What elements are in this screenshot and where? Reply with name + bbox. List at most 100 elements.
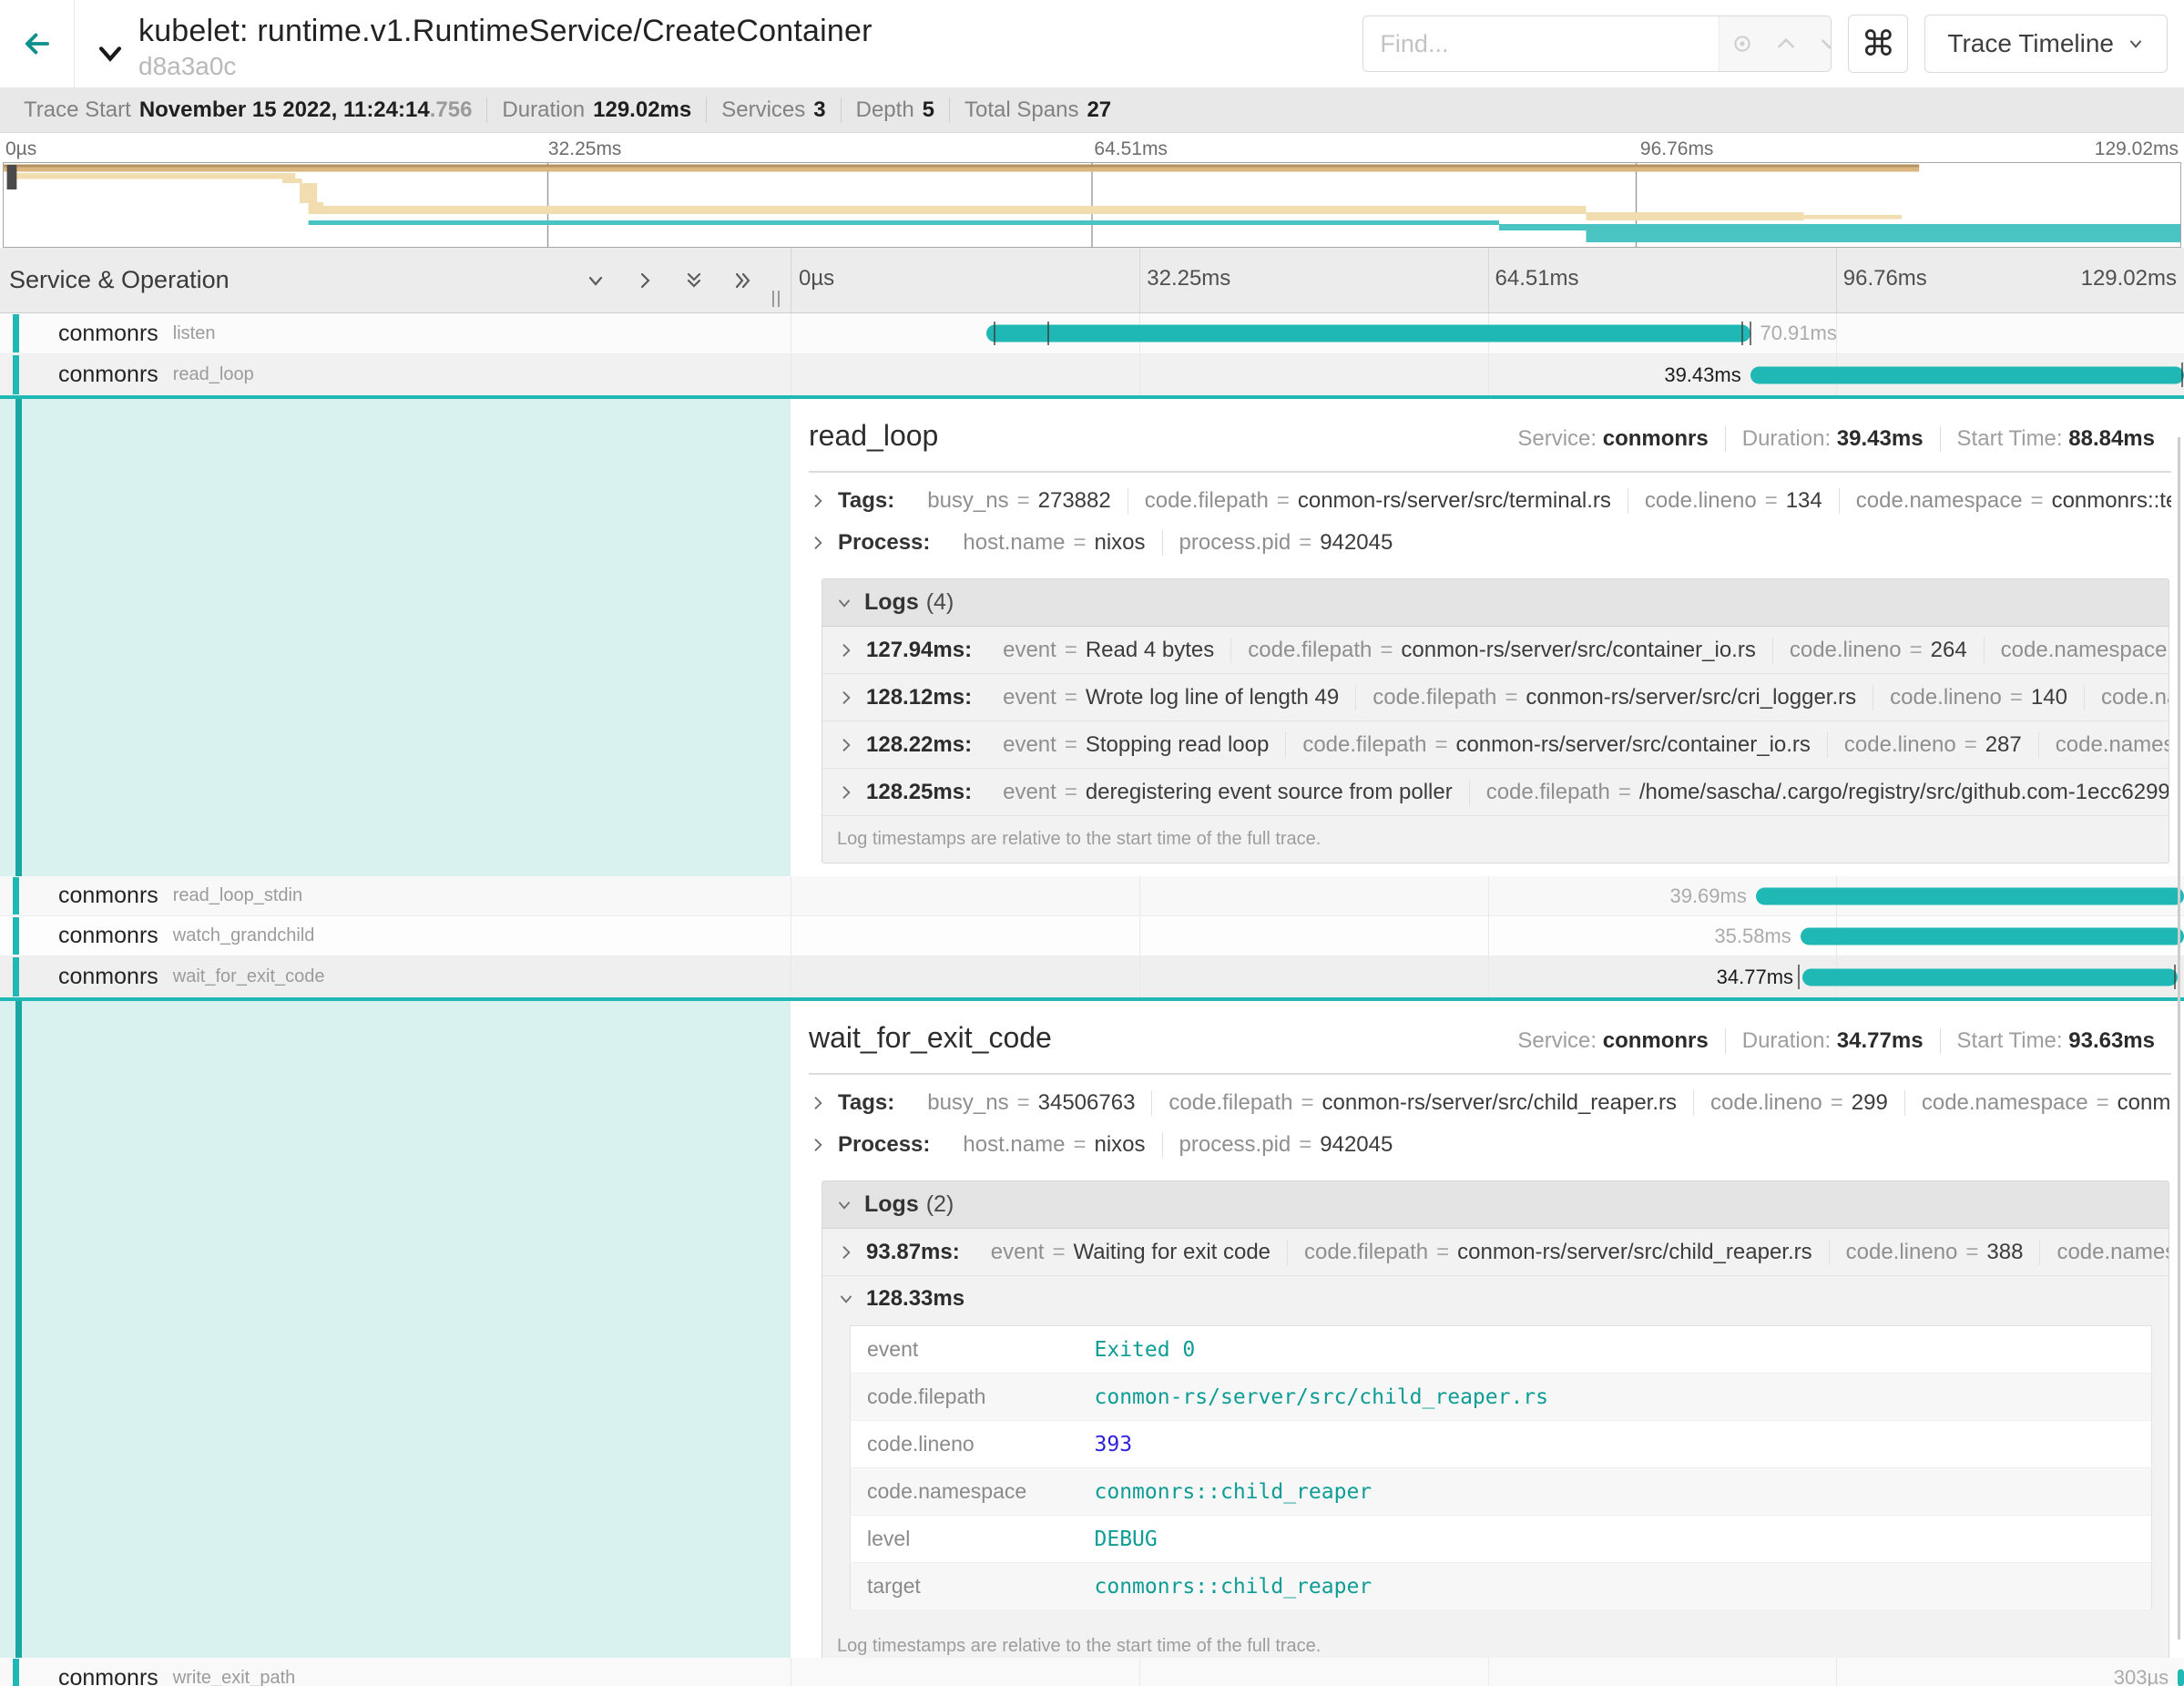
tags-toggle-row[interactable]: Tags: busy_ns=273882code.filepath=conmon…: [809, 480, 2171, 522]
expanded-log-toggle[interactable]: 128.33ms: [822, 1276, 2169, 1322]
tags-toggle-row[interactable]: Tags: busy_ns=34506763code.filepath=conm…: [809, 1082, 2171, 1124]
span-row-write-exit-path[interactable]: conmonrs write_exit_path 303µs: [0, 1658, 2184, 1686]
log-fields: event=Read 4 bytescode.filepath=conmon-r…: [986, 638, 2169, 663]
span-service: conmonrs: [58, 321, 158, 347]
log-entry[interactable]: 128.12ms: event=Wrote log line of length…: [822, 674, 2169, 721]
kv-pair: code.namespace=conmon…: [2039, 1240, 2169, 1265]
kv-pair: code.namespace=conmonrs::terminal: [1839, 488, 2171, 514]
detail-left-gutter: [0, 1001, 791, 1658]
expand-all-icon[interactable]: [683, 270, 705, 291]
total-spans-label: Total Spans: [964, 97, 1078, 123]
span-self-time-tick: [994, 322, 995, 345]
service-color-strip: [13, 314, 19, 353]
find-controls: [1719, 16, 1832, 71]
view-selector-label: Trace Timeline: [1947, 29, 2114, 58]
duration-value: 129.02ms: [593, 97, 691, 123]
trace-title-block: kubelet: runtime.v1.RuntimeService/Creat…: [138, 6, 873, 81]
depth-stat: Depth 5: [841, 97, 949, 123]
chevron-right-icon: [837, 736, 855, 754]
kv-pair: event=Stopping read loop: [986, 732, 1285, 758]
ruler-tick: 96.76ms: [1640, 138, 1714, 160]
kv-pair: code.namespace=conmonrs::child_reap…: [1904, 1090, 2171, 1116]
kv-pair: code.lineno=299: [1693, 1090, 1904, 1116]
log-entry[interactable]: 93.87ms: event=Waiting for exit codecode…: [822, 1229, 2169, 1276]
span-service: conmonrs: [58, 883, 158, 909]
table-row: code.lineno393: [851, 1421, 2152, 1468]
chevron-right-icon: [837, 689, 855, 707]
depth-value: 5: [923, 97, 934, 123]
span-row-listen[interactable]: conmonrs listen 70.91ms: [0, 313, 2184, 354]
duration-label: Duration: [502, 97, 585, 123]
ruler-tick: 32.25ms: [548, 138, 622, 160]
span-operation: read_loop_stdin: [173, 885, 302, 906]
trace-start-value: November 15 2022, 11:24:14: [139, 97, 430, 122]
kv-pair: busy_ns=273882: [911, 488, 1128, 514]
table-row: targetconmonrs::child_reaper: [851, 1563, 2152, 1610]
span-bar[interactable]: [1802, 968, 2178, 986]
process-toggle-row[interactable]: Process: host.name=nixosprocess.pid=9420…: [809, 1124, 2171, 1166]
services-stat: Services 3: [706, 97, 840, 123]
service-color-strip: [13, 877, 19, 915]
trace-start-fraction: .756: [430, 97, 473, 122]
kv-pair: process.pid=942045: [1162, 1132, 1410, 1158]
back-button[interactable]: [0, 0, 75, 87]
span-row-read-loop-stdin[interactable]: conmonrs read_loop_stdin 39.69ms: [0, 876, 2184, 916]
log-timestamp: 93.87ms:: [866, 1240, 960, 1265]
span-detail-title: read_loop: [809, 419, 938, 453]
log-entry[interactable]: 128.22ms: event=Stopping read loopcode.f…: [822, 721, 2169, 769]
span-bar[interactable]: [1801, 927, 2184, 945]
process-toggle-row[interactable]: Process: host.name=nixosprocess.pid=9420…: [809, 522, 2171, 564]
timeline-tick: 64.51ms: [1495, 266, 1579, 291]
expand-one-icon[interactable]: [585, 270, 607, 291]
logs-section: Logs (2) 93.87ms: event=Waiting for exit…: [822, 1180, 2169, 1658]
chevron-right-icon: [809, 1136, 827, 1154]
tags-list: busy_ns=34506763code.filepath=conmon-rs/…: [911, 1090, 2171, 1116]
trace-view-selector-button[interactable]: Trace Timeline: [1924, 15, 2168, 73]
kv-pair: process.pid=942045: [1162, 530, 1410, 556]
span-bar[interactable]: [986, 325, 1750, 342]
span-duration-label: 303µs: [2114, 1666, 2169, 1686]
trace-minimap[interactable]: [3, 162, 2181, 248]
span-duration-label: 39.43ms: [1664, 363, 1740, 387]
log-entry[interactable]: 128.25ms: event=deregistering event sour…: [822, 769, 2169, 816]
keyboard-shortcuts-button[interactable]: ⌘: [1848, 15, 1908, 73]
span-row-wait-for-exit-code[interactable]: conmonrs wait_for_exit_code 34.77ms: [0, 956, 2184, 997]
span-bar[interactable]: [1756, 887, 2184, 904]
viewport-handle[interactable]: [7, 165, 17, 189]
log-entry[interactable]: 127.94ms: event=Read 4 bytescode.filepat…: [822, 627, 2169, 674]
tags-label: Tags:: [838, 1090, 894, 1116]
trace-summary-bar: Trace Start November 15 2022, 11:24:14.7…: [0, 87, 2184, 133]
log-timestamp: 128.12ms:: [866, 685, 972, 710]
detail-scrollbar[interactable]: [2178, 437, 2180, 1640]
log-fields: event=deregistering event source from po…: [986, 780, 2169, 805]
collapse-all-icon[interactable]: [732, 270, 754, 291]
service-color-strip: [13, 917, 19, 955]
logs-toggle[interactable]: Logs (2): [822, 1181, 2169, 1229]
column-resizer[interactable]: [772, 291, 785, 307]
kv-pair: code.filepath=conmon-rs/server/src/cri_l…: [1355, 685, 1873, 710]
kv-pair: code.filepath=conmon-rs/server/src/conta…: [1285, 732, 1827, 758]
collapse-trace-header-icon[interactable]: [95, 38, 126, 74]
prev-match-icon[interactable]: [1774, 32, 1798, 56]
collapse-one-icon[interactable]: [634, 270, 656, 291]
span-bar[interactable]: [2178, 1670, 2184, 1686]
focus-match-icon[interactable]: [1730, 32, 1754, 56]
collapse-controls: [585, 270, 791, 291]
logs-count: (4): [926, 589, 954, 616]
kv-pair: event=Wrote log line of length 49: [986, 685, 1355, 710]
find-input[interactable]: [1363, 16, 1719, 71]
trace-timeline-page: kubelet: runtime.v1.RuntimeService/Creat…: [0, 0, 2184, 1686]
chevron-right-icon: [837, 1243, 855, 1262]
span-bar[interactable]: [1750, 366, 2184, 383]
logs-toggle[interactable]: Logs (4): [822, 579, 2169, 627]
span-row-read-loop[interactable]: conmonrs read_loop 39.43ms: [0, 354, 2184, 395]
chevron-down-icon: [95, 38, 126, 69]
minimap-canvas: [4, 163, 2180, 247]
span-row-watch-grandchild[interactable]: conmonrs watch_grandchild 35.58ms: [0, 916, 2184, 956]
service-color-strip: [13, 957, 19, 996]
span-detail-content: read_loop Service: conmonrs Duration: 39…: [791, 399, 2184, 876]
timeline-tick: 96.76ms: [1843, 266, 1927, 291]
arrow-left-icon: [20, 26, 55, 61]
next-match-icon[interactable]: [1818, 32, 1832, 56]
span-self-time-tick: [2174, 965, 2176, 989]
